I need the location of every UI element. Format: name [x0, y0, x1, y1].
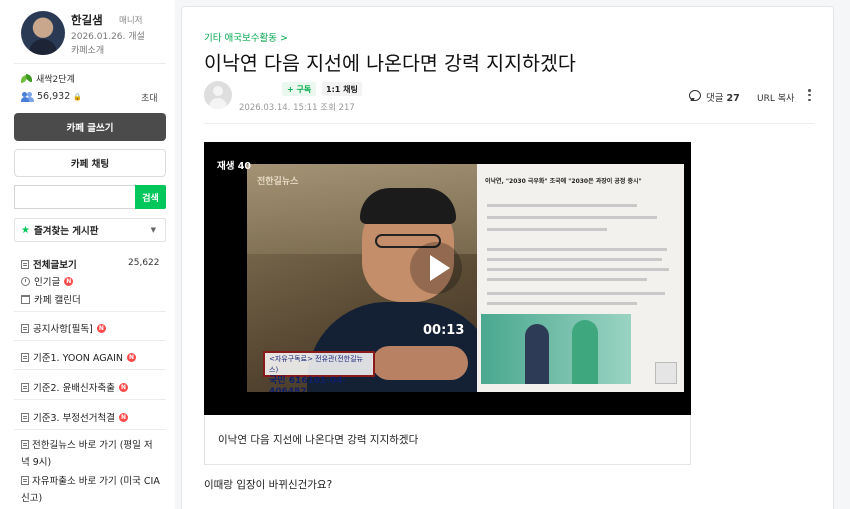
author-avatar[interactable]	[204, 81, 232, 109]
comments-label: 댓글	[706, 93, 724, 104]
document-icon	[21, 412, 29, 422]
caret-down-icon: ▼	[150, 226, 156, 234]
donation-account-box: <자유구독료> 전유관(전한길뉴스) 국민 616101-04-406482	[263, 351, 375, 392]
article-title: 이낙연 다음 지선에 나온다면 강력 지지하겠다	[204, 52, 576, 75]
new-badge: N	[119, 382, 129, 392]
play-icon[interactable]	[410, 242, 462, 294]
divider	[14, 340, 166, 341]
new-badge: N	[96, 323, 106, 333]
sidebar: 한길샘 매니저 2026.01.26. 개설 카페소개 새싹2단계 56,932…	[0, 0, 175, 509]
menu-all-posts-label: 전체글보기	[33, 260, 77, 271]
members-icon	[21, 91, 34, 102]
divider	[204, 123, 814, 124]
board-yoon-again-label: 기준1. YOON AGAIN	[33, 353, 124, 364]
all-posts-count: 25,622	[128, 258, 160, 268]
document-icon	[21, 440, 29, 449]
comments-link[interactable]: 댓글 27	[706, 90, 740, 104]
manager-role: 매니저	[119, 16, 143, 26]
document-icon	[21, 476, 29, 485]
menu-popular[interactable]: 인기글 N	[21, 274, 74, 288]
video-caption[interactable]: 이낙연 다음 지선에 나온다면 강력 지지하겠다	[204, 415, 691, 465]
board-betrayer-label: 기준2. 윤배신자축출	[33, 383, 116, 394]
link-freedom-police[interactable]: 자유파출소 바로 가기 (미국 CIA신고)	[21, 473, 161, 507]
news-article-overlay: 이낙연, "2030 극우화" 조국에 "2030은 과장이 공정 중시"	[477, 164, 684, 392]
board-betrayer[interactable]: 기준2. 윤배신자축출 N	[21, 380, 129, 394]
invite-link[interactable]: 초대	[141, 91, 158, 104]
donation-account-number: 국민 616101-04-406482	[269, 376, 347, 392]
news-headline: 이낙연, "2030 극우화" 조국에 "2030은 과장이 공정 중시"	[485, 178, 642, 185]
cafe-chat-button[interactable]: 카페 채팅	[14, 149, 166, 177]
menu-all-posts[interactable]: 전체글보기	[21, 257, 77, 271]
more-options-icon[interactable]	[808, 89, 811, 101]
new-badge: N	[119, 412, 129, 422]
manager-name[interactable]: 한길샘	[71, 12, 103, 28]
board-notice-label: 공지사항[필독]	[33, 324, 93, 335]
board-election-label: 기준3. 부정선거척결	[33, 413, 116, 424]
cafe-page: 한길샘 매니저 2026.01.26. 개설 카페소개 새싹2단계 56,932…	[0, 0, 850, 509]
one-on-one-chat-button[interactable]: 1:1 채팅	[322, 82, 362, 96]
divider	[14, 399, 166, 400]
comment-icon[interactable]	[689, 90, 701, 101]
document-icon	[21, 259, 29, 269]
menu-calendar-label: 카페 캘린더	[34, 295, 81, 306]
board-election[interactable]: 기준3. 부정선거척결 N	[21, 410, 129, 424]
article-meta: 2026.03.14. 15:11 조회 217	[239, 103, 355, 113]
article-body-text: 이때랑 입장이 바뀌신건가요?	[204, 479, 333, 491]
channel-watermark: 전한길뉴스	[257, 177, 299, 187]
cafe-search-input[interactable]	[14, 185, 135, 209]
link-freedom-police-label: 자유파출소 바로 가기 (미국 CIA신고)	[21, 476, 160, 504]
board-yoon-again[interactable]: 기준1. YOON AGAIN N	[21, 350, 137, 364]
star-icon: ★	[21, 224, 30, 236]
clock-icon	[21, 276, 30, 286]
url-copy-button[interactable]: URL 복사	[757, 91, 794, 104]
subscribe-button[interactable]: + 구독	[282, 82, 317, 96]
lock-icon: 🔒	[73, 92, 82, 101]
video-thumbnail: 전한길뉴스 <자유구독료> 전유관(전한길뉴스) 국민 616101-04-40…	[247, 164, 684, 392]
manager-avatar[interactable]	[21, 11, 65, 55]
video-view-count: 재생 40	[217, 161, 252, 172]
document-icon	[21, 323, 29, 333]
document-icon	[21, 382, 29, 392]
link-hangil-news-label: 전한길뉴스 바로 가기 (평일 저녁 9시)	[21, 440, 153, 468]
video-player[interactable]: 전한길뉴스 <자유구독료> 전유관(전한길뉴스) 국민 616101-04-40…	[204, 142, 691, 415]
divider	[14, 369, 166, 370]
cafe-created-date: 2026.01.26. 개설	[71, 32, 145, 42]
cafe-level[interactable]: 새싹2단계	[21, 72, 75, 85]
board-notice[interactable]: 공지사항[필독] N	[21, 321, 106, 335]
new-badge: N	[64, 276, 74, 286]
divider	[14, 311, 166, 312]
divider	[14, 429, 166, 430]
favorite-boards-toggle[interactable]: ★ 즐겨찾는 게시판 ▼	[14, 218, 166, 242]
member-count-value: 56,932	[37, 91, 71, 102]
comments-count: 27	[726, 93, 740, 104]
board-breadcrumb[interactable]: 기타 애국보수활동 >	[204, 30, 288, 44]
favorite-boards-label: 즐겨찾는 게시판	[33, 226, 99, 237]
cafe-level-label: 새싹2단계	[36, 75, 75, 85]
cafe-profile: 한길샘 매니저 2026.01.26. 개설 카페소개	[21, 11, 171, 56]
link-hangil-news[interactable]: 전한길뉴스 바로 가기 (평일 저녁 9시)	[21, 437, 161, 471]
search-button[interactable]: 검색	[135, 185, 166, 209]
sprout-icon	[21, 73, 33, 84]
member-count[interactable]: 56,932 🔒	[21, 91, 82, 102]
document-icon	[21, 352, 29, 362]
menu-popular-label: 인기글	[34, 277, 61, 288]
donation-account-line: <자유구독료> 전유관(전한길뉴스)	[269, 355, 363, 374]
write-post-button[interactable]: 카페 글쓰기	[14, 113, 166, 141]
new-badge: N	[127, 352, 137, 362]
calendar-icon	[21, 294, 30, 304]
divider	[14, 63, 166, 64]
video-duration: 00:13	[423, 323, 465, 338]
article-panel: 기타 애국보수활동 > 이낙연 다음 지선에 나온다면 강력 지지하겠다 + 구…	[181, 6, 834, 509]
menu-calendar[interactable]: 카페 캘린더	[21, 292, 81, 306]
cafe-intro-link[interactable]: 카페소개	[71, 43, 104, 56]
